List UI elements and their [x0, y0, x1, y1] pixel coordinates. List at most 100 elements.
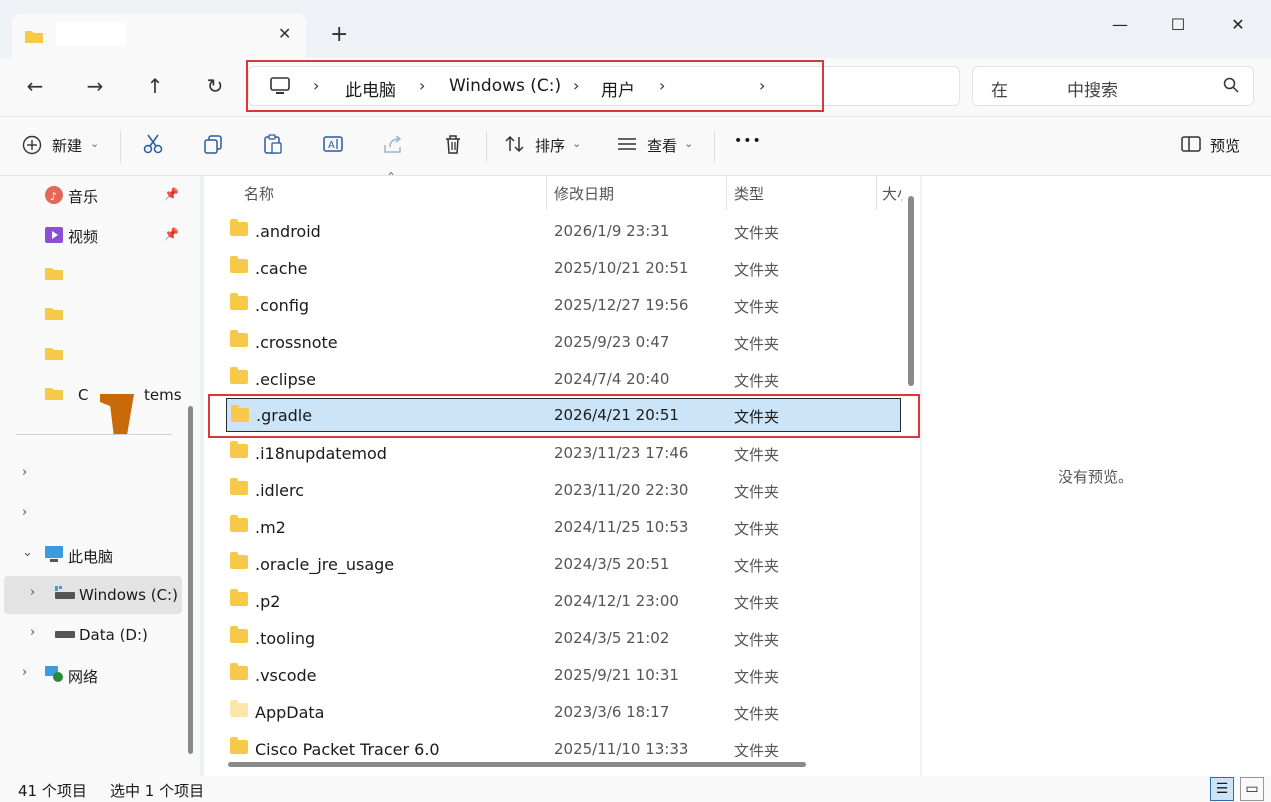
sidebar-item-folder[interactable] [4, 256, 182, 294]
minimize-button[interactable]: — [1100, 10, 1140, 40]
sidebar-collapsed-group[interactable]: › [4, 496, 182, 534]
title-bar: ✕ + — ☐ ✕ [0, 0, 1271, 58]
sidebar-item-this-pc[interactable]: ⌄ 此电脑 [4, 536, 182, 574]
chevron-down-icon[interactable]: ⌄ [684, 137, 693, 150]
folder-icon [230, 256, 248, 273]
file-row[interactable]: .vscode 2025/9/21 10:31 文件夹 [220, 657, 902, 694]
folder-icon [230, 552, 248, 569]
folder-icon [230, 737, 248, 754]
chevron-down-icon[interactable]: ⌄ [572, 137, 581, 150]
sidebar-item-music[interactable]: ♪ 音乐 📌 [4, 176, 182, 214]
column-divider[interactable] [726, 176, 727, 210]
status-bar: 41 个项目 选中 1 个项目 ☰ ▭ [0, 776, 1271, 802]
column-header-size[interactable]: 大小 [882, 183, 902, 204]
sidebar-collapsed-group[interactable]: › [4, 456, 182, 494]
paste-icon[interactable] [262, 133, 284, 160]
pin-icon[interactable]: 📌 [164, 187, 179, 201]
horizontal-scrollbar[interactable] [228, 762, 806, 767]
column-header-date[interactable]: 修改日期 [554, 183, 614, 204]
file-row[interactable]: .tooling 2024/3/5 21:02 文件夹 [220, 620, 902, 657]
network-icon [44, 665, 64, 687]
back-button[interactable]: ← [20, 74, 50, 102]
sort-icon[interactable] [504, 133, 526, 160]
tiles-view-button[interactable]: ▭ [1240, 777, 1264, 801]
plus-circle-icon [22, 135, 42, 159]
pin-icon[interactable]: 📌 [164, 227, 179, 241]
svg-text:A: A [328, 140, 335, 151]
chevron-right-icon[interactable]: › [22, 465, 27, 480]
folder-icon [230, 478, 248, 495]
new-tab-button[interactable]: + [330, 22, 348, 47]
tab-title-redacted [56, 22, 126, 46]
file-row[interactable]: .m2 2024/11/25 10:53 文件夹 [220, 509, 902, 546]
file-row[interactable]: .cache 2025/10/21 20:51 文件夹 [220, 250, 902, 287]
sidebar-item-drive-d[interactable]: › Data (D:) [4, 616, 182, 654]
column-header-name[interactable]: 名称 [244, 183, 274, 204]
file-name: .config [255, 296, 310, 315]
column-header-type[interactable]: 类型 [734, 183, 764, 204]
sort-button[interactable]: 排序 [535, 135, 565, 156]
file-row[interactable]: .config 2025/12/27 19:56 文件夹 [220, 287, 902, 324]
vertical-scrollbar[interactable] [908, 196, 914, 386]
file-row[interactable]: AppData 2023/3/6 18:17 文件夹 [220, 694, 902, 731]
file-name: .tooling [255, 629, 316, 648]
toolbar-divider [120, 131, 121, 163]
sidebar-scrollbar[interactable] [188, 406, 193, 754]
new-button-label[interactable]: 新建 [52, 135, 82, 156]
column-divider[interactable] [546, 176, 547, 210]
chevron-right-icon[interactable]: › [30, 585, 35, 600]
file-row[interactable]: .p2 2024/12/1 23:00 文件夹 [220, 583, 902, 620]
chevron-right-icon[interactable]: › [22, 665, 27, 680]
file-name: .eclipse [255, 370, 316, 389]
view-button[interactable]: 查看 [647, 135, 677, 156]
chevron-right-icon[interactable]: › [30, 625, 35, 640]
chevron-down-icon[interactable]: ⌄ [90, 137, 99, 150]
file-row[interactable]: .crossnote 2025/9/23 0:47 文件夹 [220, 324, 902, 361]
search-box[interactable]: 在 中搜索 [972, 66, 1254, 106]
column-divider[interactable] [876, 176, 877, 210]
sidebar-item-folder[interactable] [4, 336, 182, 374]
cut-icon[interactable] [142, 133, 164, 160]
sidebar-item-drive-c[interactable]: › Windows (C:) [4, 576, 182, 614]
sidebar-item-video[interactable]: 视频 📌 [4, 216, 182, 254]
computer-icon [44, 545, 64, 567]
forward-button[interactable]: → [80, 74, 110, 102]
file-name: .vscode [255, 666, 317, 685]
details-view-button[interactable]: ☰ [1210, 777, 1234, 801]
explorer-tab[interactable]: ✕ [12, 14, 306, 58]
file-row[interactable]: .idlerc 2023/11/20 22:30 文件夹 [220, 472, 902, 509]
folder-icon [230, 330, 248, 347]
sidebar-item-folder[interactable] [4, 296, 182, 334]
new-button[interactable] [22, 135, 42, 159]
folder-icon [230, 515, 248, 532]
file-name: .m2 [255, 518, 286, 537]
file-row[interactable]: .eclipse 2024/7/4 20:40 文件夹 [220, 361, 902, 398]
navigation-bar: ← → ↑ ↻ › 此电脑 › Windows (C:) › 用户 › › 在 … [0, 58, 1271, 116]
close-window-button[interactable]: ✕ [1218, 10, 1258, 40]
drive-icon [54, 625, 76, 645]
search-icon[interactable] [1223, 77, 1239, 97]
delete-icon[interactable] [442, 133, 464, 160]
sidebar-item-network[interactable]: › 网络 [4, 656, 182, 694]
file-type: 文件夹 [734, 705, 780, 723]
preview-button[interactable]: 预览 [1210, 135, 1240, 156]
svg-text:♪: ♪ [50, 190, 57, 203]
tab-close-icon[interactable]: ✕ [278, 24, 291, 43]
file-date: 2026/1/9 23:31 [554, 222, 670, 240]
more-options-button[interactable]: ••• [734, 133, 762, 149]
chevron-right-icon[interactable]: › [22, 505, 27, 520]
chevron-down-icon[interactable]: ⌄ [22, 545, 33, 560]
file-row[interactable]: .android 2026/1/9 23:31 文件夹 [220, 213, 902, 250]
preview-pane-icon[interactable] [1180, 133, 1202, 160]
file-row[interactable]: .i18nupdatemod 2023/11/23 17:46 文件夹 [220, 435, 902, 472]
copy-icon[interactable] [202, 133, 224, 160]
maximize-button[interactable]: ☐ [1158, 10, 1198, 40]
file-row[interactable]: Cisco Packet Tracer 6.0 2025/11/10 13:33… [220, 731, 902, 757]
sidebar-item-folder[interactable]: C tems [4, 376, 182, 414]
up-button[interactable]: ↑ [140, 74, 170, 102]
view-icon[interactable] [616, 133, 638, 160]
file-row[interactable]: .oracle_jre_usage 2024/3/5 20:51 文件夹 [220, 546, 902, 583]
refresh-button[interactable]: ↻ [200, 74, 230, 102]
sidebar-item-label: Windows (C:) [79, 586, 178, 604]
rename-icon[interactable]: A [322, 133, 344, 160]
